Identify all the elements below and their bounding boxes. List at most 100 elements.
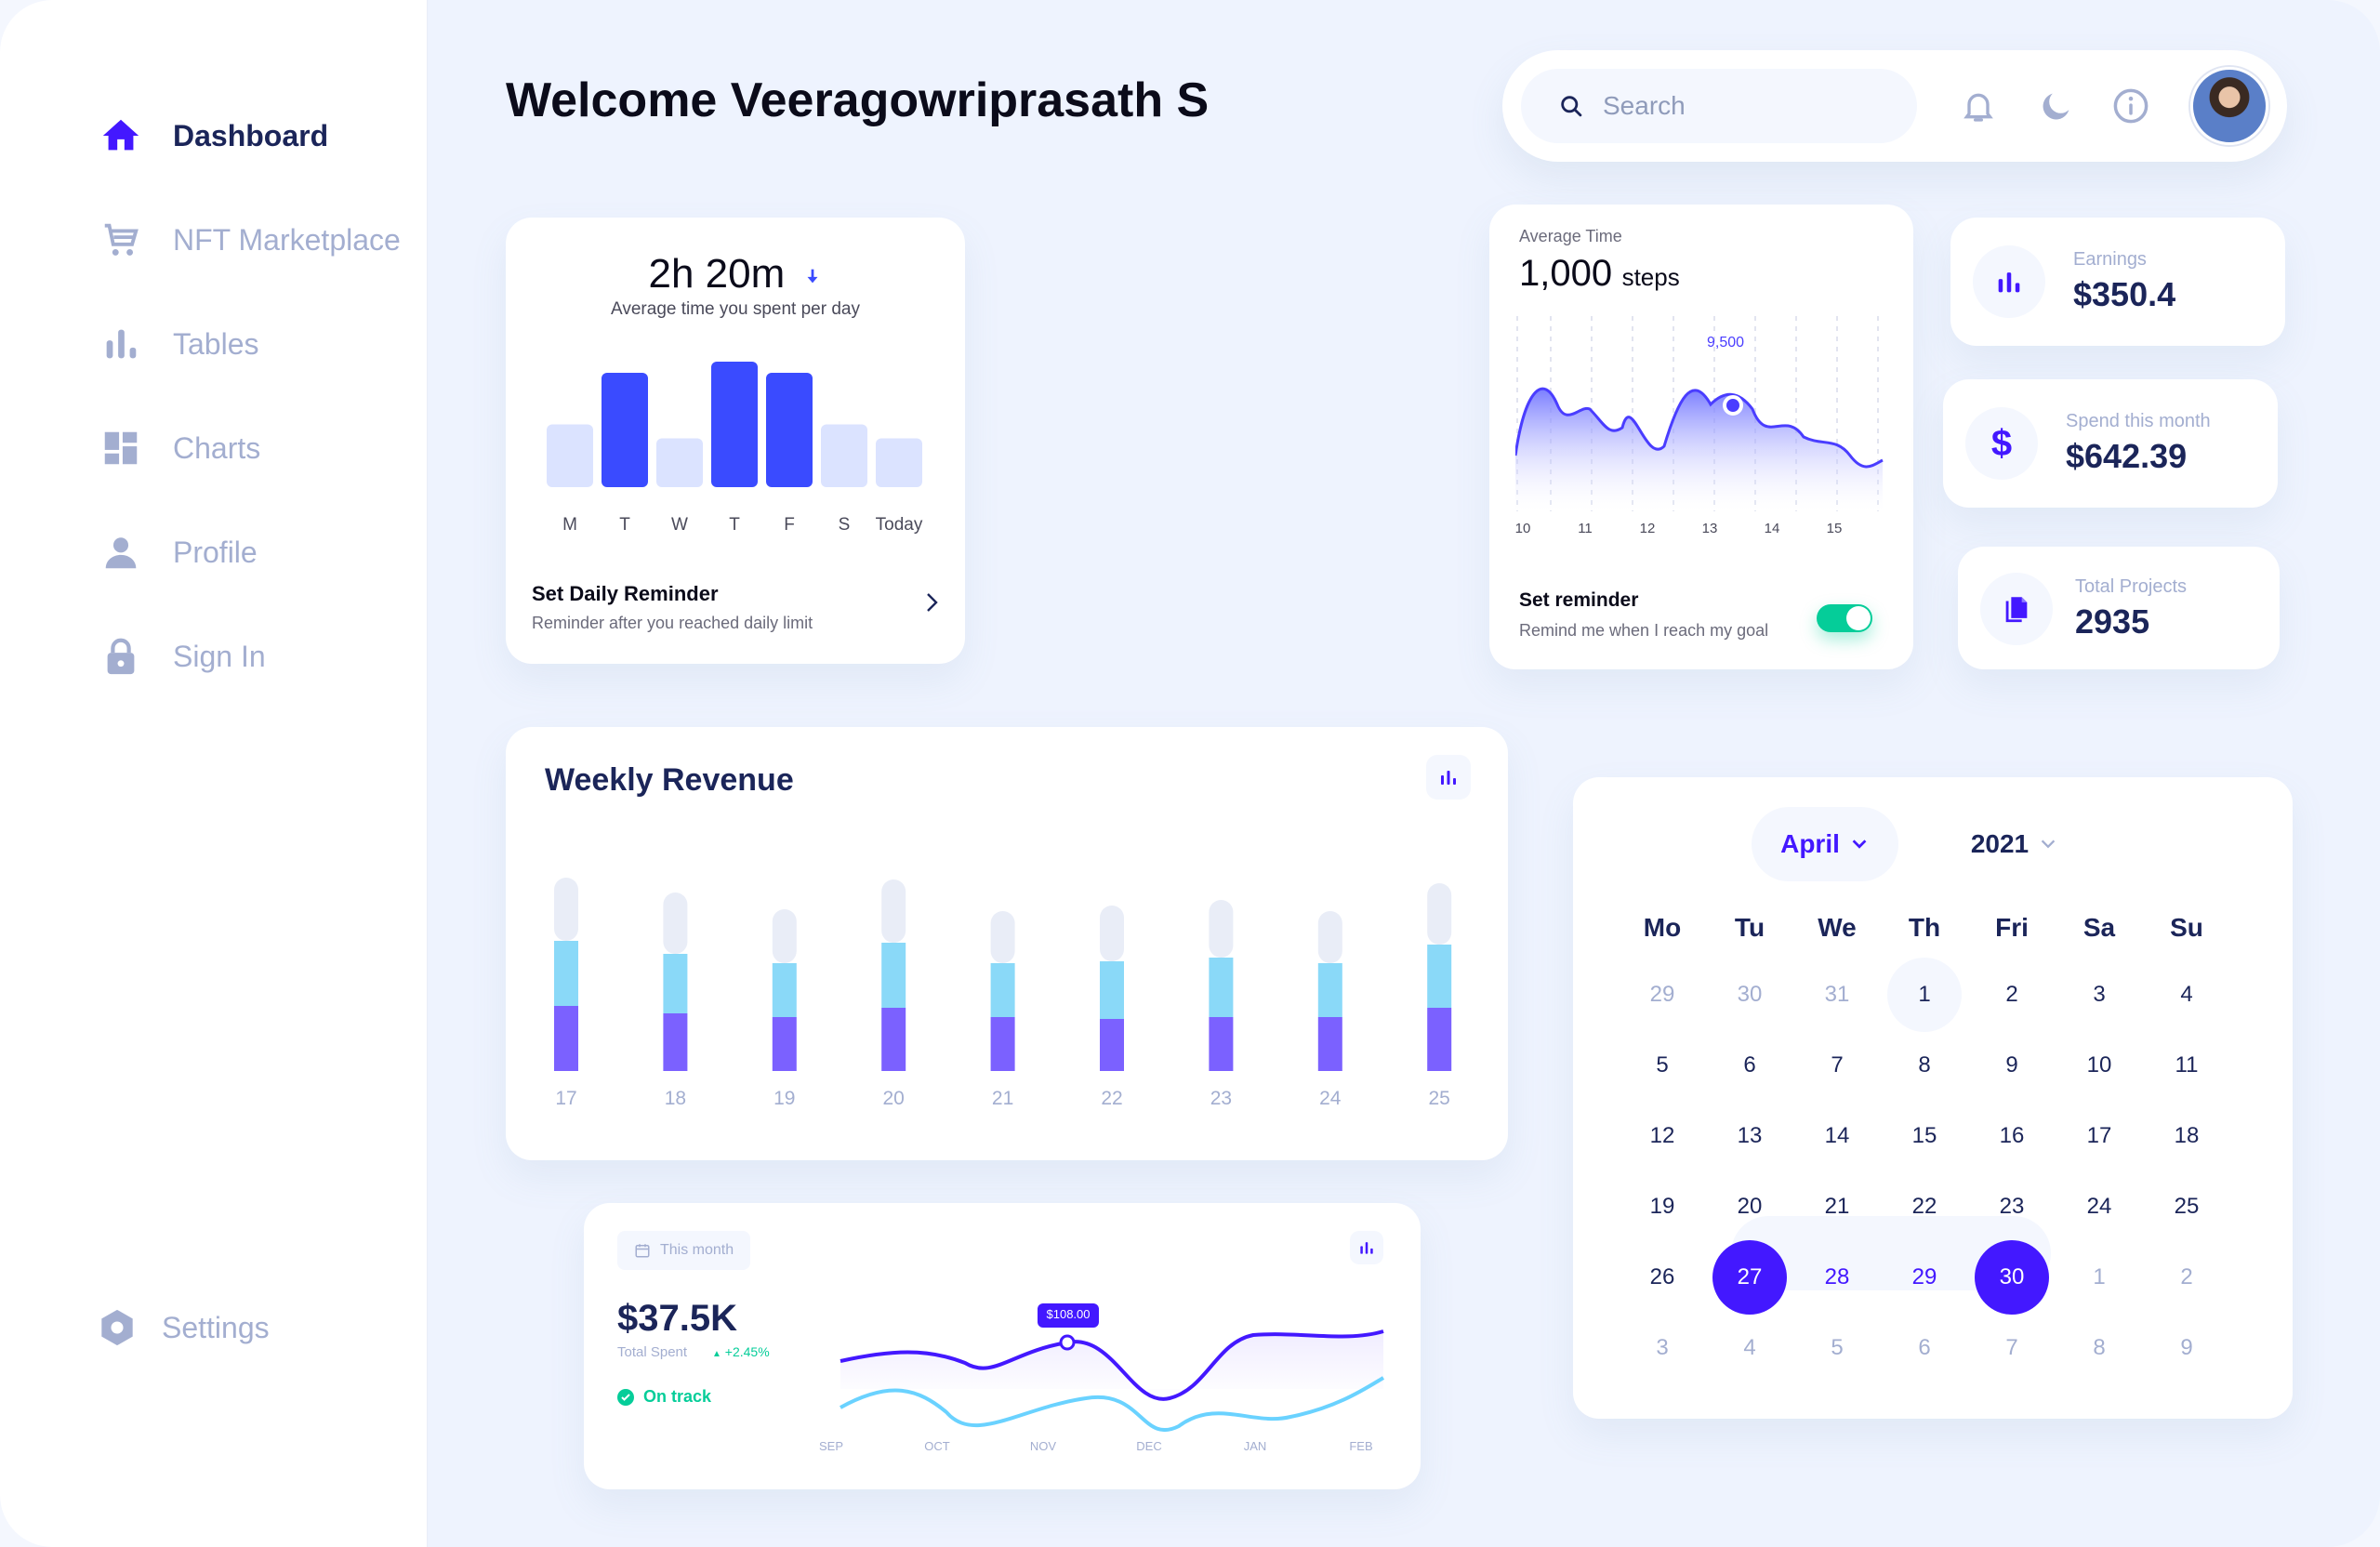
period-selector[interactable]: This month xyxy=(617,1231,751,1270)
sidebar-item-sign-in[interactable]: Sign In xyxy=(97,628,266,684)
steps-reminder-subtitle: Remind me when I reach my goal xyxy=(1519,621,1769,640)
revenue-bar-cyan-6[interactable] xyxy=(1209,958,1234,1017)
calendar-day[interactable]: 3 xyxy=(2062,958,2136,1032)
goal-reminder-toggle[interactable] xyxy=(1817,604,1872,632)
revenue-bar-cyan-0[interactable] xyxy=(554,941,578,1006)
calendar-day[interactable]: 31 xyxy=(1800,958,1874,1032)
calendar-day[interactable]: 8 xyxy=(1887,1028,1962,1103)
calendar-day[interactable]: 24 xyxy=(2062,1170,2136,1244)
spend-point-highlight[interactable] xyxy=(1059,1334,1076,1351)
avatar[interactable] xyxy=(2190,67,2268,145)
calendar-day[interactable]: 21 xyxy=(1800,1170,1874,1244)
calendar-day[interactable]: 30 xyxy=(1712,958,1787,1032)
moon-icon[interactable] xyxy=(2034,84,2079,128)
revenue-bar-purple-2[interactable] xyxy=(772,1017,797,1071)
calendar-day[interactable]: 15 xyxy=(1887,1099,1962,1173)
calendar-day[interactable]: 30 xyxy=(1975,1240,2049,1315)
month-dropdown[interactable]: April xyxy=(1752,807,1898,881)
sidebar-item-profile[interactable]: Profile xyxy=(97,524,258,580)
revenue-bar-track-8[interactable] xyxy=(1427,883,1452,945)
calendar-day[interactable]: 4 xyxy=(1712,1311,1787,1385)
revenue-bar-purple-6[interactable] xyxy=(1209,1017,1234,1071)
calendar-day[interactable]: 29 xyxy=(1887,1240,1962,1315)
calendar-day[interactable]: 26 xyxy=(1625,1240,1699,1315)
revenue-bar-track-1[interactable] xyxy=(663,892,688,954)
sidebar-item-charts[interactable]: Charts xyxy=(97,420,260,476)
time-bar-4[interactable] xyxy=(766,373,813,487)
revenue-bar-track-0[interactable] xyxy=(554,878,578,941)
revenue-bar-track-4[interactable] xyxy=(990,911,1015,963)
calendar-day[interactable]: 2 xyxy=(2149,1240,2224,1315)
steps-unit: steps xyxy=(1621,263,1680,291)
calendar-day[interactable]: 12 xyxy=(1625,1099,1699,1173)
time-bar-1[interactable] xyxy=(602,373,648,487)
calendar-day[interactable]: 19 xyxy=(1625,1170,1699,1244)
calendar-day[interactable]: 6 xyxy=(1712,1028,1787,1103)
revenue-bar-track-5[interactable] xyxy=(1100,906,1124,961)
info-icon[interactable] xyxy=(2109,84,2153,128)
year-dropdown[interactable]: 2021 xyxy=(1945,807,2084,881)
revenue-bar-purple-8[interactable] xyxy=(1427,1008,1452,1071)
revenue-bar-track-3[interactable] xyxy=(881,879,906,943)
search-input[interactable] xyxy=(1603,91,1882,121)
calendar-day[interactable]: 7 xyxy=(1975,1311,2049,1385)
revenue-bar-purple-5[interactable] xyxy=(1100,1019,1124,1071)
calendar-day[interactable]: 4 xyxy=(2149,958,2224,1032)
calendar-day[interactable]: 10 xyxy=(2062,1028,2136,1103)
calendar-day[interactable]: 29 xyxy=(1625,958,1699,1032)
calendar-day[interactable]: 11 xyxy=(2149,1028,2224,1103)
revenue-bar-track-6[interactable] xyxy=(1209,900,1234,958)
bell-icon[interactable] xyxy=(1956,84,2001,128)
calendar-day[interactable]: 16 xyxy=(1975,1099,2049,1173)
calendar-day[interactable]: 9 xyxy=(2149,1311,2224,1385)
time-bar-5[interactable] xyxy=(821,424,867,488)
revenue-bar-purple-4[interactable] xyxy=(990,1017,1015,1071)
calendar-day[interactable]: 5 xyxy=(1800,1311,1874,1385)
revenue-bar-cyan-3[interactable] xyxy=(881,943,906,1008)
calendar-day[interactable]: 7 xyxy=(1800,1028,1874,1103)
revenue-bar-track-2[interactable] xyxy=(772,909,797,963)
calendar-day[interactable]: 28 xyxy=(1800,1240,1874,1315)
time-bar-2[interactable] xyxy=(656,438,703,488)
revenue-bar-cyan-8[interactable] xyxy=(1427,945,1452,1008)
calendar-day[interactable]: 5 xyxy=(1625,1028,1699,1103)
revenue-bar-track-7[interactable] xyxy=(1317,911,1342,963)
calendar-day[interactable]: 22 xyxy=(1887,1170,1962,1244)
revenue-bar-purple-0[interactable] xyxy=(554,1006,578,1071)
revenue-bar-purple-1[interactable] xyxy=(663,1013,688,1071)
calendar-day[interactable]: 27 xyxy=(1712,1240,1787,1315)
revenue-bar-cyan-5[interactable] xyxy=(1100,961,1124,1019)
calendar-day[interactable]: 8 xyxy=(2062,1311,2136,1385)
calendar-day[interactable]: 17 xyxy=(2062,1099,2136,1173)
steps-peak-point[interactable] xyxy=(1723,395,1743,416)
sidebar-item-tables[interactable]: Tables xyxy=(97,316,259,372)
chevron-right-icon[interactable] xyxy=(920,589,943,615)
sidebar-item-dashboard[interactable]: Dashboard xyxy=(97,108,328,164)
revenue-chart-button[interactable] xyxy=(1426,755,1471,800)
revenue-bar-cyan-1[interactable] xyxy=(663,954,688,1013)
sidebar-item-settings[interactable]: Settings xyxy=(93,1300,270,1355)
calendar-day[interactable]: 23 xyxy=(1975,1170,2049,1244)
time-bar-3[interactable] xyxy=(711,362,758,487)
calendar-day[interactable]: 14 xyxy=(1800,1099,1874,1173)
revenue-bar-purple-3[interactable] xyxy=(881,1008,906,1071)
sidebar-item-label: Profile xyxy=(173,535,258,569)
revenue-bar-purple-7[interactable] xyxy=(1317,1017,1342,1071)
revenue-bar-cyan-2[interactable] xyxy=(772,963,797,1017)
search-box[interactable] xyxy=(1521,69,1917,143)
calendar-day[interactable]: 6 xyxy=(1887,1311,1962,1385)
time-bar-6[interactable] xyxy=(876,438,922,488)
revenue-bar-cyan-7[interactable] xyxy=(1317,963,1342,1017)
time-bar-0[interactable] xyxy=(547,424,593,488)
calendar-day[interactable]: 1 xyxy=(2062,1240,2136,1315)
calendar-day[interactable]: 2 xyxy=(1975,958,2049,1032)
calendar-day[interactable]: 1 xyxy=(1887,958,1962,1032)
calendar-day[interactable]: 9 xyxy=(1975,1028,2049,1103)
calendar-day[interactable]: 20 xyxy=(1712,1170,1787,1244)
calendar-day[interactable]: 3 xyxy=(1625,1311,1699,1385)
calendar-day[interactable]: 25 xyxy=(2149,1170,2224,1244)
calendar-day[interactable]: 13 xyxy=(1712,1099,1787,1173)
revenue-bar-cyan-4[interactable] xyxy=(990,963,1015,1017)
sidebar-item-nft-marketplace[interactable]: NFT Marketplace xyxy=(97,212,401,268)
calendar-day[interactable]: 18 xyxy=(2149,1099,2224,1173)
